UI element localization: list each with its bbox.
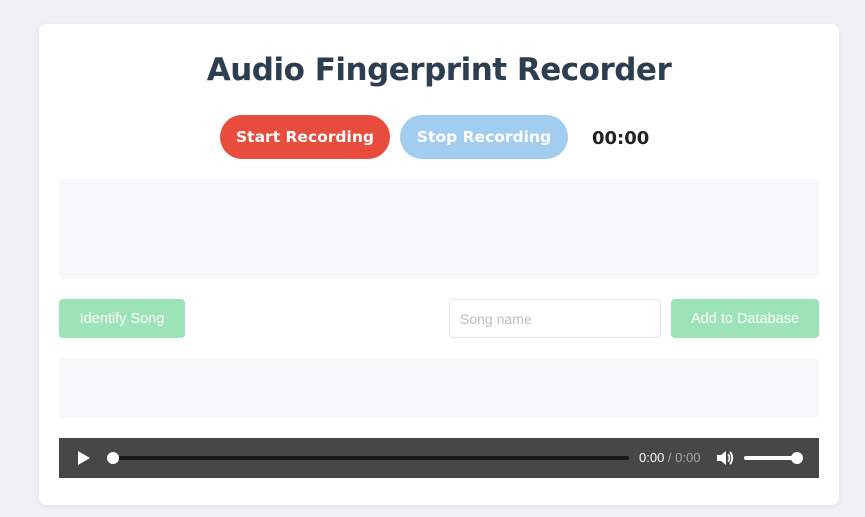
stop-recording-button[interactable]: Stop Recording xyxy=(400,115,568,159)
recording-timer: 00:00 xyxy=(592,128,650,149)
recorder-card: Audio Fingerprint Recorder Start Recordi… xyxy=(39,24,839,505)
time-separator: / xyxy=(664,450,676,465)
identify-song-button[interactable]: Identify Song xyxy=(59,299,185,338)
start-recording-button[interactable]: Start Recording xyxy=(220,115,390,159)
page-title: Audio Fingerprint Recorder xyxy=(206,52,672,88)
time-display: 0:00 / 0:00 xyxy=(639,450,700,465)
volume-thumb[interactable] xyxy=(791,452,803,464)
song-name-input[interactable] xyxy=(449,299,661,338)
volume-icon[interactable] xyxy=(715,448,735,468)
seek-thumb[interactable] xyxy=(107,452,119,464)
add-to-database-button[interactable]: Add to Database xyxy=(671,299,819,338)
seek-bar[interactable] xyxy=(112,456,629,460)
result-panel xyxy=(59,358,819,418)
volume-slider[interactable] xyxy=(744,456,798,460)
total-time: 0:00 xyxy=(675,450,701,465)
current-time: 0:00 xyxy=(639,450,665,465)
play-icon[interactable] xyxy=(73,448,93,468)
waveform-visualizer xyxy=(59,179,819,279)
audio-player: 0:00 / 0:00 xyxy=(59,438,819,478)
